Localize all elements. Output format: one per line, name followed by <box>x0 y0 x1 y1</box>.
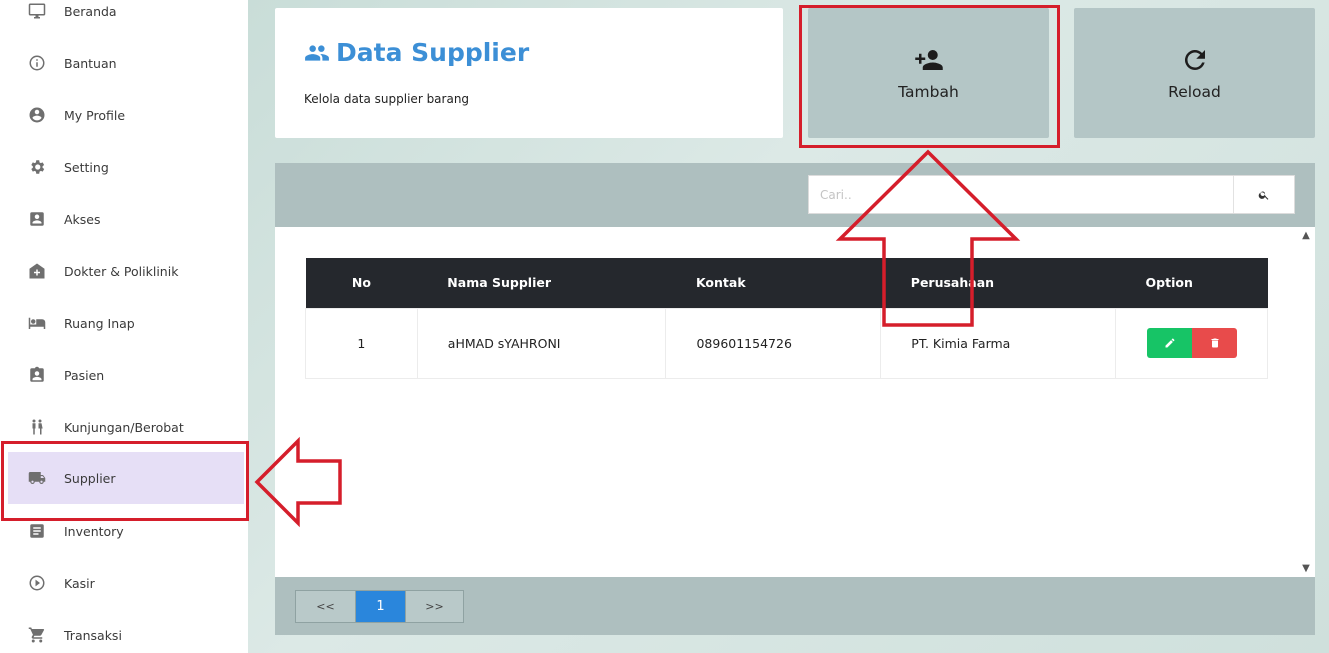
sidebar-item-label: Transaksi <box>64 627 122 643</box>
delete-button[interactable] <box>1192 328 1238 358</box>
sidebar-item-label: Inventory <box>64 523 124 539</box>
sidebar-item-my-profile[interactable]: My Profile <box>0 89 244 141</box>
pagination-next-button[interactable]: >> <box>405 591 463 622</box>
search-input[interactable] <box>809 176 1233 213</box>
sidebar-item-ruang-inap[interactable]: Ruang Inap <box>0 297 244 349</box>
column-header-no: No <box>351 275 371 291</box>
sidebar-item-transaksi[interactable]: Transaksi <box>0 609 244 653</box>
sidebar-item-label: Setting <box>64 159 109 175</box>
page-title-text: Data Supplier <box>336 38 530 67</box>
sidebar: Beranda Bantuan My Profile Setting Akses… <box>0 0 248 653</box>
table-header-row: No Nama Supplier Kontak Perusahaan Optio… <box>305 258 1268 308</box>
sidebar-item-label: Ruang Inap <box>64 315 135 331</box>
refresh-icon <box>1184 49 1205 70</box>
sidebar-item-dokter-poliklinik[interactable]: Dokter & Poliklinik <box>0 245 244 297</box>
sidebar-item-inventory[interactable]: Inventory <box>0 505 244 557</box>
sidebar-item-kasir[interactable]: Kasir <box>0 557 244 609</box>
add-person-icon <box>914 50 943 70</box>
people-group-icon <box>305 44 329 61</box>
sidebar-item-label: Supplier <box>64 470 116 486</box>
pencil-icon <box>1165 338 1175 348</box>
sidebar-item-label: Pasien <box>64 367 105 383</box>
search-box <box>808 175 1295 214</box>
sidebar-item-label: Kunjungan/Berobat <box>64 419 184 435</box>
sidebar-item-label: Kasir <box>64 575 95 591</box>
bed-icon <box>28 314 46 332</box>
gear-icon <box>28 158 46 176</box>
cell-perusahaan: PT. Kimia Farma <box>880 307 1117 379</box>
reload-button[interactable]: Reload <box>1074 8 1315 138</box>
sidebar-item-beranda[interactable]: Beranda <box>0 0 244 37</box>
column-header-nama: Nama Supplier <box>447 275 552 291</box>
sidebar-item-setting[interactable]: Setting <box>0 141 244 193</box>
cell-option <box>1115 307 1268 379</box>
pagination-current-page[interactable]: 1 <box>356 591 405 622</box>
pagination-prev-button[interactable]: << <box>296 591 356 622</box>
cell-no: 1 <box>305 307 418 379</box>
hospital-icon <box>28 262 46 280</box>
sidebar-item-label: Beranda <box>64 3 117 19</box>
sidebar-item-kunjungan[interactable]: Kunjungan/Berobat <box>0 401 244 453</box>
sidebar-item-label: Akses <box>64 211 101 227</box>
play-circle-icon <box>28 574 46 592</box>
info-icon <box>28 54 46 72</box>
supplier-table: No Nama Supplier Kontak Perusahaan Optio… <box>305 258 1268 379</box>
trash-icon <box>1211 338 1219 348</box>
add-button-label: Tambah <box>898 83 959 101</box>
row-actions <box>1147 328 1267 358</box>
truck-icon <box>28 469 46 487</box>
table-row: 1 aHMAD sYAHRONI 089601154726 PT. Kimia … <box>305 307 1268 379</box>
pagination: << 1 >> <box>295 590 464 623</box>
add-supplier-button[interactable]: Tambah <box>808 8 1049 138</box>
page-title: Data Supplier <box>304 38 529 67</box>
edit-button[interactable] <box>1147 328 1193 358</box>
search-button[interactable] <box>1233 176 1294 213</box>
reload-button-label: Reload <box>1168 83 1221 101</box>
column-header-kontak: Kontak <box>695 275 746 291</box>
scroll-down-icon[interactable]: ▼ <box>1300 562 1312 574</box>
column-header-option: Option <box>1145 275 1193 291</box>
sidebar-item-pasien[interactable]: Pasien <box>0 349 244 401</box>
monitor-icon <box>28 2 46 20</box>
cell-nama: aHMAD sYAHRONI <box>416 307 667 379</box>
people-icon <box>28 418 46 436</box>
sidebar-item-akses[interactable]: Akses <box>0 193 244 245</box>
sidebar-item-supplier[interactable]: Supplier <box>8 452 244 504</box>
sidebar-item-label: Bantuan <box>64 55 117 71</box>
sidebar-item-bantuan[interactable]: Bantuan <box>0 37 244 89</box>
contact-card-icon <box>28 210 46 228</box>
scroll-up-icon[interactable]: ▲ <box>1300 229 1312 241</box>
column-header-perusahaan: Perusahaan <box>910 275 995 291</box>
account-circle-icon <box>28 106 46 124</box>
badge-icon <box>28 366 46 384</box>
cart-icon <box>28 626 46 644</box>
list-icon <box>28 522 46 540</box>
sidebar-item-label: My Profile <box>64 107 126 123</box>
cell-kontak: 089601154726 <box>665 307 882 379</box>
page-header: Data Supplier Kelola data supplier baran… <box>275 8 783 138</box>
search-icon <box>1258 191 1269 200</box>
sidebar-item-label: Dokter & Poliklinik <box>64 263 179 279</box>
page-description: Kelola data supplier barang <box>304 92 470 106</box>
